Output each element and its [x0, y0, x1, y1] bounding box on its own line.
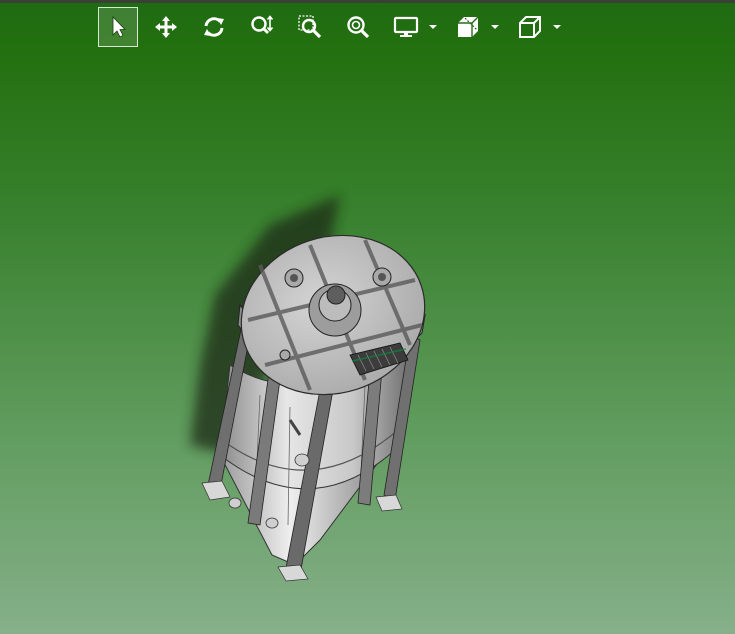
cursor-arrow-icon [112, 16, 126, 38]
zoom-window-icon [298, 15, 322, 39]
zoom-icon [251, 15, 274, 35]
tank-assembly-3d-model[interactable] [160, 185, 440, 585]
zoom-fit-tool-button[interactable] [338, 7, 378, 47]
monitor-icon [393, 16, 419, 37]
window-top-border [0, 0, 735, 3]
zoom-fit-icon [347, 16, 370, 39]
display-mode-dropdown[interactable] [426, 7, 440, 47]
view-toolbar [98, 7, 572, 47]
section-view-dropdown[interactable] [488, 7, 502, 47]
standard-views-button[interactable] [510, 7, 550, 47]
section-cube-icon [458, 16, 479, 37]
chevron-down-icon [553, 25, 561, 29]
rotate-tool-button[interactable] [194, 7, 234, 47]
pan-tool-button[interactable] [146, 7, 186, 47]
move-arrows-icon [155, 16, 177, 38]
3d-viewport[interactable] [0, 0, 735, 634]
chevron-down-icon [491, 25, 499, 29]
select-tool-button[interactable] [98, 7, 138, 47]
zoom-tool-button[interactable] [242, 7, 282, 47]
section-view-button[interactable] [448, 7, 488, 47]
chevron-down-icon [429, 25, 437, 29]
rotate-icon [204, 17, 224, 37]
zoom-window-tool-button[interactable] [290, 7, 330, 47]
standard-views-dropdown[interactable] [550, 7, 564, 47]
view-cube-icon [519, 16, 541, 38]
display-mode-button[interactable] [386, 7, 426, 47]
